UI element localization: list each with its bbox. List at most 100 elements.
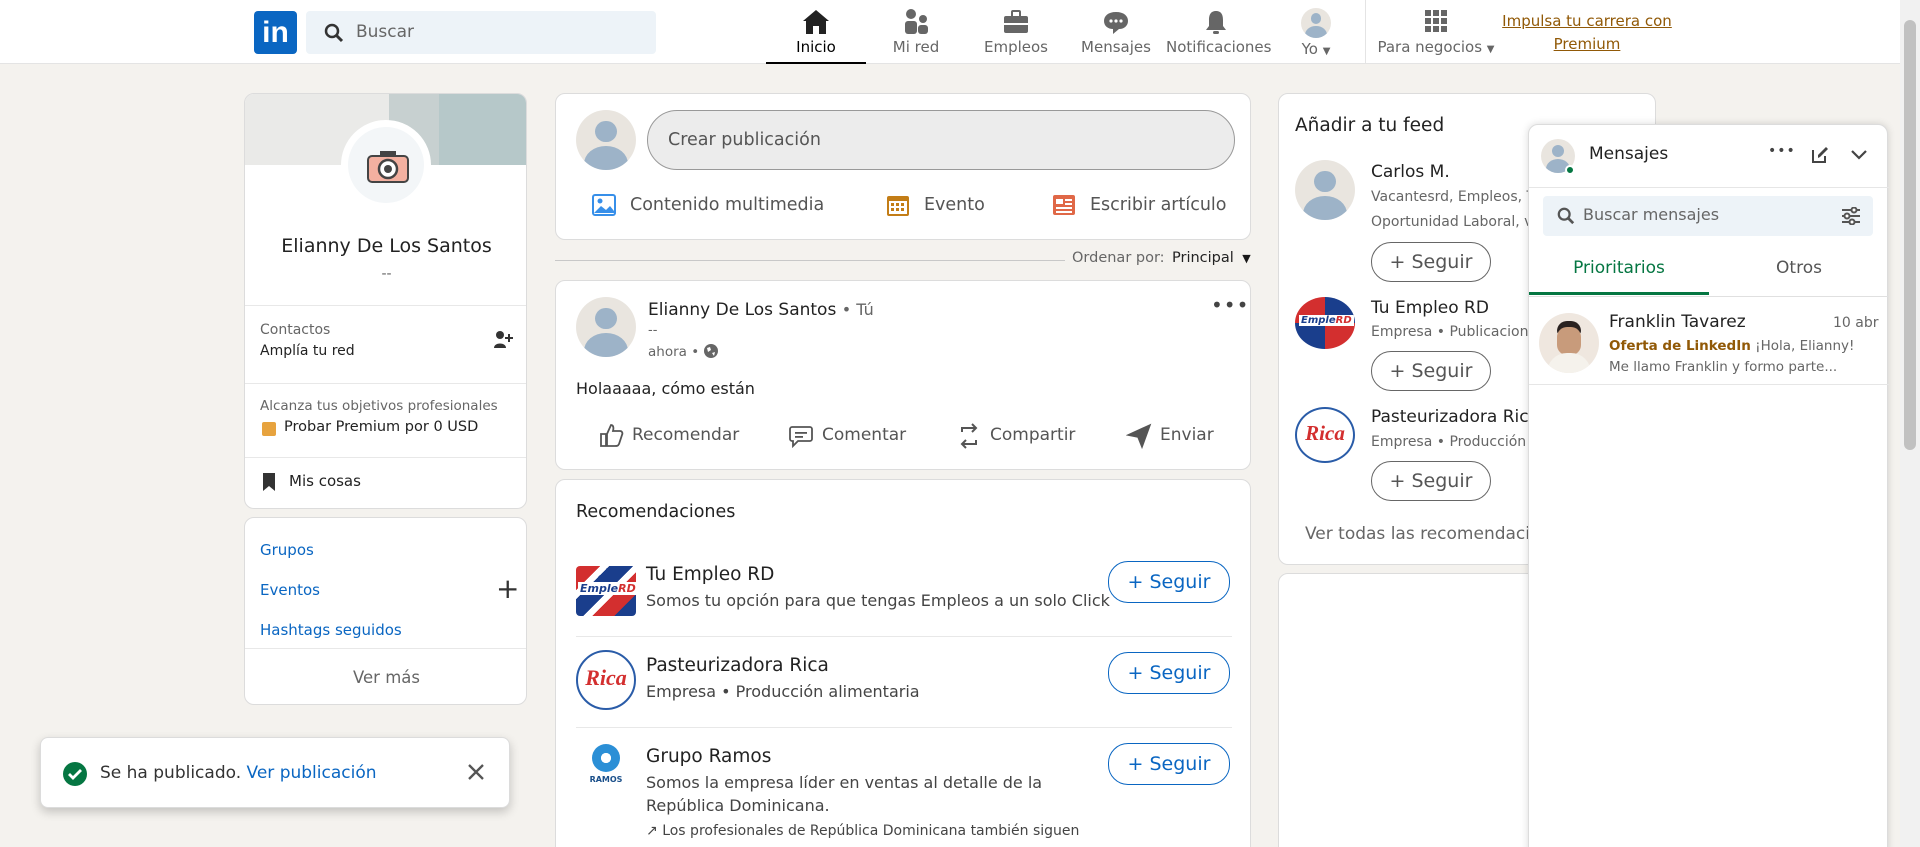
hashtags-link[interactable]: Hashtags seguidos: [260, 621, 402, 639]
contacts-section[interactable]: Contactos Amplía tu red: [245, 306, 526, 376]
premium-link-line2: Premium: [1553, 35, 1621, 53]
view-post-link[interactable]: Ver publicación: [247, 763, 377, 783]
event-button[interactable]: Evento: [886, 187, 1026, 227]
event-label: Evento: [924, 195, 985, 215]
profile-photo[interactable]: [341, 120, 431, 210]
feed-name-1[interactable]: Carlos M.: [1371, 162, 1450, 182]
post-time: ahora •: [648, 344, 700, 360]
like-label: Recomendar: [632, 425, 740, 445]
feed-title: Añadir a tu feed: [1295, 115, 1445, 136]
repost-button[interactable]: Compartir: [956, 418, 1106, 456]
tab-other[interactable]: Otros: [1709, 243, 1889, 295]
follow-button-1[interactable]: + Seguir: [1108, 561, 1230, 603]
sort-label: Ordenar por:: [1072, 250, 1165, 266]
nav-network[interactable]: Mi red: [866, 0, 966, 64]
follow-button-2[interactable]: + Seguir: [1108, 652, 1230, 694]
conversation-date: 10 abr: [1833, 315, 1879, 331]
nav-messaging-label: Mensajes: [1081, 38, 1151, 56]
add-event-icon[interactable]: +: [496, 572, 519, 605]
message-search-input[interactable]: Buscar mensajes: [1543, 196, 1873, 236]
scrollbar-thumb[interactable]: [1904, 20, 1916, 450]
feed-sub-1: Vacantesrd, Empleos, Tra: [1371, 189, 1548, 205]
comment-button[interactable]: Comentar: [788, 418, 918, 456]
media-button[interactable]: Contenido multimedia: [592, 187, 824, 227]
premium-section[interactable]: Alcanza tus objetivos profesionales Prob…: [245, 384, 526, 450]
tu-empleo-logo[interactable]: EmpleRD: [576, 566, 638, 616]
nav-home[interactable]: Inicio: [766, 0, 866, 64]
more-options-icon[interactable]: •••: [1768, 143, 1796, 159]
rec-name-2[interactable]: Pasteurizadora Rica: [646, 655, 829, 676]
like-button[interactable]: Recomendar: [598, 418, 748, 456]
nav-business[interactable]: Para negocios ▼: [1376, 0, 1496, 64]
messaging-header[interactable]: Mensajes •••: [1529, 125, 1889, 188]
post-more-menu-icon[interactable]: •••: [1211, 293, 1249, 317]
sort-dropdown[interactable]: Ordenar por: Principal ▼: [1072, 250, 1252, 272]
follow-label: Seguir: [1149, 753, 1211, 775]
toast-notification: Se ha publicado. Ver publicación: [40, 737, 510, 808]
feed-follow-2[interactable]: + Seguir: [1371, 351, 1491, 391]
see-more-button[interactable]: Ver más: [245, 668, 526, 687]
conversation-item[interactable]: Franklin Tavarez 10 abr Oferta de Linked…: [1529, 297, 1889, 385]
people-icon: [905, 9, 928, 34]
sort-divider: [555, 260, 1065, 261]
top-navigation: in Buscar Inicio Mi red Empleos Mensajes…: [0, 0, 1900, 64]
feed-avatar-1[interactable]: [1295, 160, 1355, 220]
contacts-label: Contactos: [260, 322, 331, 338]
tab-priority[interactable]: Prioritarios: [1529, 243, 1709, 295]
post-author-name[interactable]: Elianny De Los Santos: [648, 300, 836, 320]
nav-messaging[interactable]: Mensajes: [1066, 0, 1166, 64]
rec-name-3[interactable]: Grupo Ramos: [646, 746, 771, 767]
nav-notifications[interactable]: Notificaciones: [1166, 0, 1271, 64]
conversation-preview-2: Me llamo Franklin y formo parte...: [1609, 359, 1838, 375]
close-icon[interactable]: [467, 763, 485, 781]
shortcuts-card: Grupos Eventos + Hashtags seguidos Ver m…: [244, 517, 527, 705]
feed-follow-3[interactable]: + Seguir: [1371, 461, 1491, 501]
follow-button-3[interactable]: + Seguir: [1108, 743, 1230, 785]
grupo-ramos-logo[interactable]: RAMOS: [576, 742, 636, 802]
write-article-button[interactable]: Escribir artículo: [1052, 187, 1242, 227]
send-button[interactable]: Enviar: [1126, 418, 1246, 456]
compose-icon[interactable]: [1810, 145, 1830, 165]
page-scrollbar[interactable]: [1900, 0, 1920, 847]
search-icon: [324, 23, 344, 43]
composer-avatar: [576, 110, 636, 170]
repost-label: Compartir: [990, 425, 1076, 445]
global-search-input[interactable]: Buscar: [306, 11, 656, 54]
feed-sub-1b: Oportunidad Laboral, va: [1371, 214, 1541, 230]
filter-icon[interactable]: [1841, 207, 1861, 225]
feed-name-3[interactable]: Pasteurizadora Rica: [1371, 407, 1539, 427]
nav-me[interactable]: Yo ▼: [1266, 0, 1366, 64]
profile-card: Elianny De Los Santos -- Contactos Amplí…: [244, 93, 527, 509]
feed-name-2[interactable]: Tu Empleo RD: [1371, 298, 1489, 318]
profile-name[interactable]: Elianny De Los Santos: [245, 235, 526, 257]
post-author-avatar[interactable]: [576, 297, 636, 357]
nav-business-label: Para negocios: [1377, 38, 1483, 56]
plus-icon: +: [1127, 571, 1144, 593]
chevron-down-icon: ▼: [1486, 44, 1495, 55]
premium-link-line1: Impulsa tu carrera con: [1502, 12, 1672, 30]
saved-items[interactable]: Mis cosas: [245, 458, 526, 508]
nav-home-label: Inicio: [796, 38, 836, 56]
groups-link[interactable]: Grupos: [260, 541, 314, 559]
nav-divider: [1365, 0, 1366, 64]
view-all-recommendations-link[interactable]: Ver todas las recomendacion: [1305, 524, 1551, 544]
conversation-source: Oferta de LinkedIn: [1609, 338, 1751, 354]
create-post-input[interactable]: Crear publicación: [647, 110, 1235, 170]
rec-name-1[interactable]: Tu Empleo RD: [646, 564, 774, 585]
post-composer: Crear publicación Contenido multimedia E…: [555, 93, 1251, 240]
linkedin-logo[interactable]: in: [254, 11, 297, 54]
premium-upsell-link[interactable]: Impulsa tu carrera con Premium: [1500, 10, 1674, 56]
chevron-down-icon[interactable]: [1850, 147, 1868, 161]
rica-logo[interactable]: Rica: [576, 650, 636, 710]
nav-me-label: Yo: [1301, 40, 1318, 58]
create-post-placeholder: Crear publicación: [668, 130, 821, 150]
events-link[interactable]: Eventos: [260, 581, 320, 599]
nav-jobs[interactable]: Empleos: [966, 0, 1066, 64]
feed-logo-tu-empleo[interactable]: EmpleRD: [1295, 297, 1355, 349]
feed-follow-1[interactable]: + Seguir: [1371, 242, 1491, 282]
feed-logo-rica[interactable]: Rica: [1295, 407, 1355, 463]
rec-desc-2: Empresa • Producción alimentaria: [646, 682, 920, 701]
message-icon: [1104, 12, 1128, 34]
bell-icon: [1206, 11, 1226, 34]
rec-desc-3: Somos la empresa líder en ventas al deta…: [646, 773, 1043, 792]
